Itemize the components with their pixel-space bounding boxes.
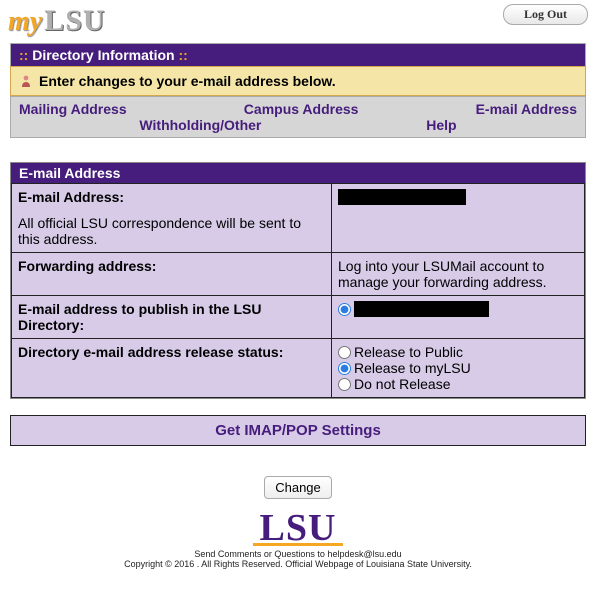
nav-campus-address[interactable]: Campus Address — [244, 101, 359, 117]
release-label-none: Do not Release — [354, 376, 451, 392]
email-address-value-redacted — [338, 189, 466, 205]
instruction-text: Enter changes to your e-mail address bel… — [39, 73, 336, 89]
logout-button[interactable]: Log Out — [503, 4, 588, 25]
release-radio-mylsu[interactable] — [338, 362, 351, 375]
release-label: Directory e-mail address release status: — [18, 344, 283, 360]
logo-lsu-text: LSU — [44, 4, 105, 38]
row-forwarding: Forwarding address: Log into your LSUMai… — [12, 253, 585, 296]
forwarding-value: Log into your LSUMail account to manage … — [338, 258, 547, 290]
release-radio-public[interactable] — [338, 346, 351, 359]
person-icon — [19, 74, 33, 88]
nav-withholding[interactable]: Withholding/Other — [139, 117, 261, 133]
imap-settings-link[interactable]: Get IMAP/POP Settings — [215, 422, 381, 439]
logo-my-text: my — [8, 6, 42, 38]
page-title-bar: :: Directory Information :: — [10, 43, 586, 66]
row-email-address: E-mail Address: All official LSU corresp… — [12, 184, 585, 253]
instruction-bar: Enter changes to your e-mail address bel… — [10, 66, 586, 96]
footer-contact: Send Comments or Questions to helpdesk@l… — [10, 549, 586, 559]
row-release-status: Directory e-mail address release status:… — [12, 339, 585, 398]
email-section: E-mail Address E-mail Address: All offic… — [10, 162, 586, 399]
imap-settings-box: Get IMAP/POP Settings — [10, 415, 586, 446]
release-label-mylsu: Release to myLSU — [354, 360, 471, 376]
nav-mailing-address[interactable]: Mailing Address — [19, 101, 127, 117]
forwarding-label: Forwarding address: — [18, 258, 156, 274]
email-address-label: E-mail Address: — [18, 189, 124, 205]
publish-radio-option[interactable] — [338, 303, 351, 316]
footer-lsu-logo: LSU — [10, 509, 586, 547]
title-prefix: :: — [19, 47, 28, 63]
publish-option-redacted — [354, 301, 489, 317]
release-radio-none[interactable] — [338, 378, 351, 391]
nav-help[interactable]: Help — [426, 117, 456, 133]
mylsu-logo: my LSU — [8, 4, 106, 38]
title-suffix: :: — [178, 47, 187, 63]
publish-label: E-mail address to publish in the LSU Dir… — [18, 301, 261, 333]
release-label-public: Release to Public — [354, 344, 463, 360]
footer: LSU Send Comments or Questions to helpde… — [10, 509, 586, 569]
nav-email-address[interactable]: E-mail Address — [476, 101, 577, 117]
footer-copyright: Copyright © 2016 . All Rights Reserved. … — [10, 559, 586, 569]
section-title: E-mail Address — [11, 163, 585, 183]
change-button[interactable]: Change — [264, 476, 332, 499]
nav-tabs: Mailing Address Campus Address E-mail Ad… — [10, 96, 586, 138]
email-address-sublabel: All official LSU correspondence will be … — [18, 215, 325, 247]
page-title: Directory Information — [32, 47, 174, 63]
row-publish: E-mail address to publish in the LSU Dir… — [12, 296, 585, 339]
